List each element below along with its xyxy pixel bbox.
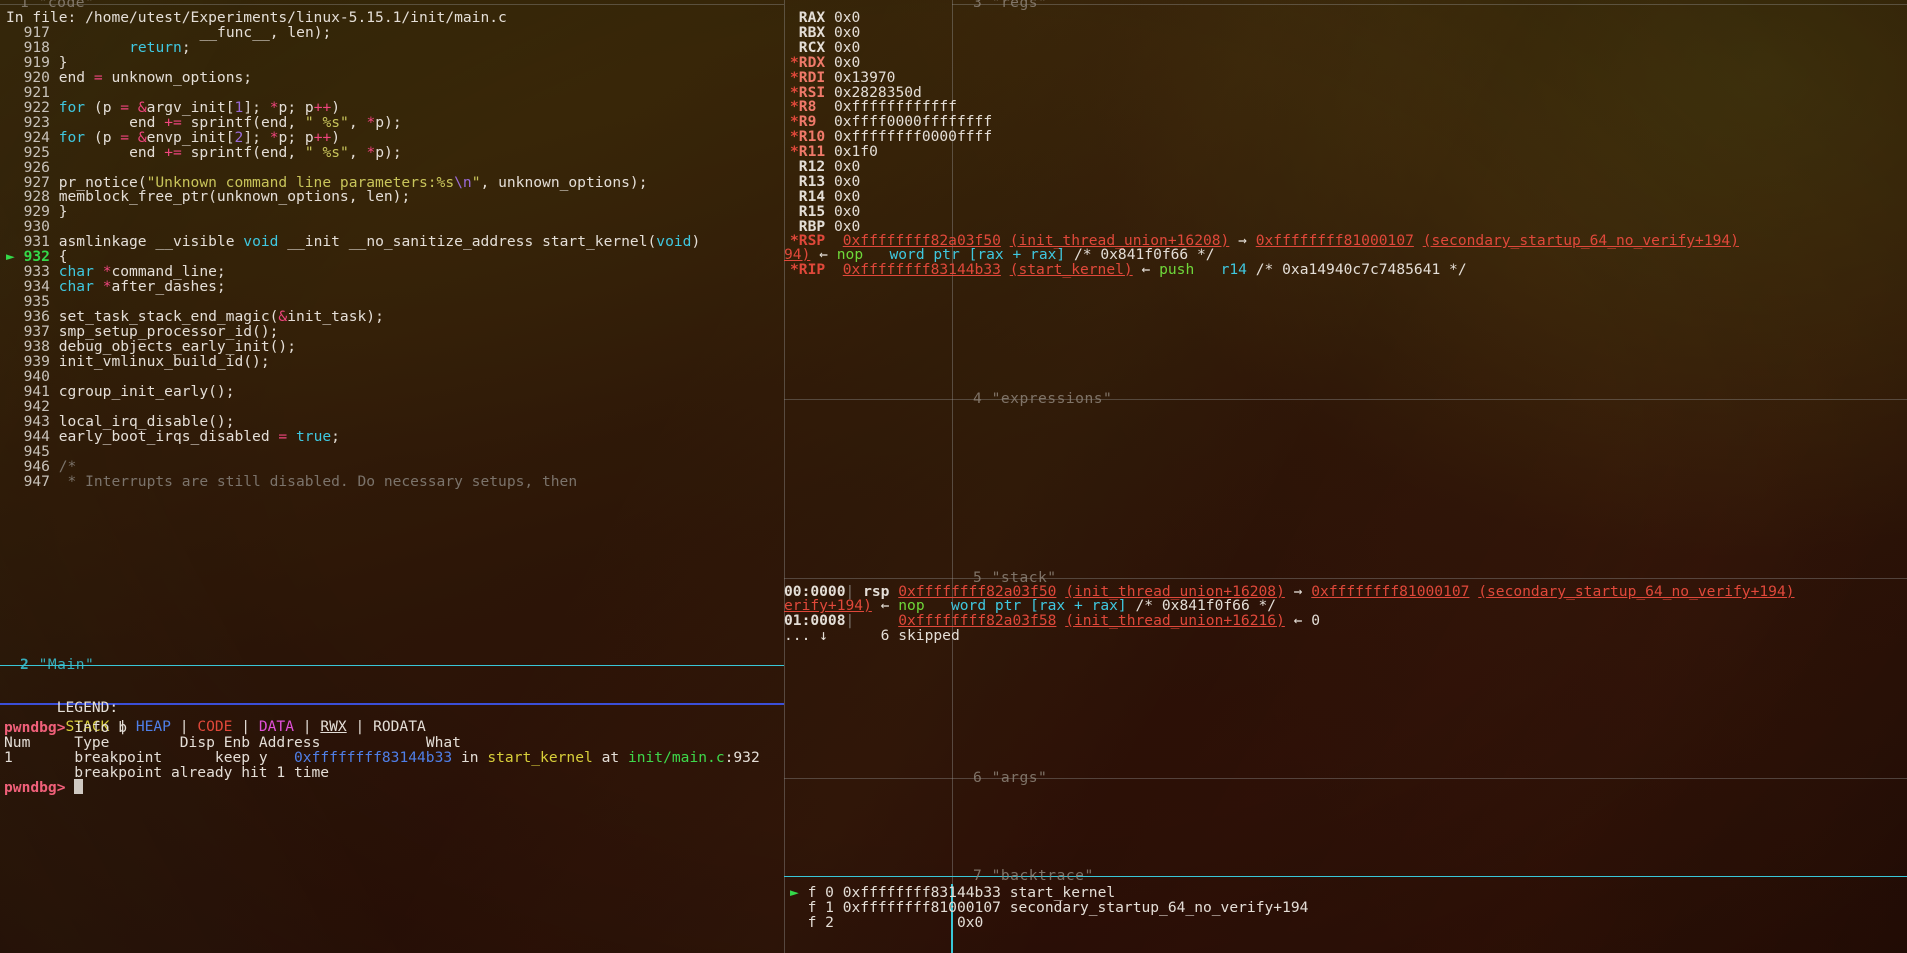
legend-item: RODATA — [373, 717, 426, 735]
terminal-final-prompt[interactable]: pwndbg> — [4, 779, 84, 797]
legend-separator: | — [294, 717, 321, 735]
legend-item: HEAP — [135, 717, 171, 735]
main-pane: LEGEND: STACK | HEAP | CODE | DATA | RWX… — [0, 0, 1907, 953]
legend-separator: | — [170, 717, 198, 735]
text-cursor — [74, 779, 84, 794]
legend-separator: | — [346, 717, 374, 735]
legend-item: CODE — [197, 717, 233, 735]
terminal-screen: 1 "code" 3 "regs" 4 "expressions" 5 "sta… — [0, 0, 1907, 953]
legend-separator: | — [232, 717, 259, 735]
legend-item: DATA — [258, 717, 294, 735]
legend-item: RWX — [320, 717, 347, 735]
